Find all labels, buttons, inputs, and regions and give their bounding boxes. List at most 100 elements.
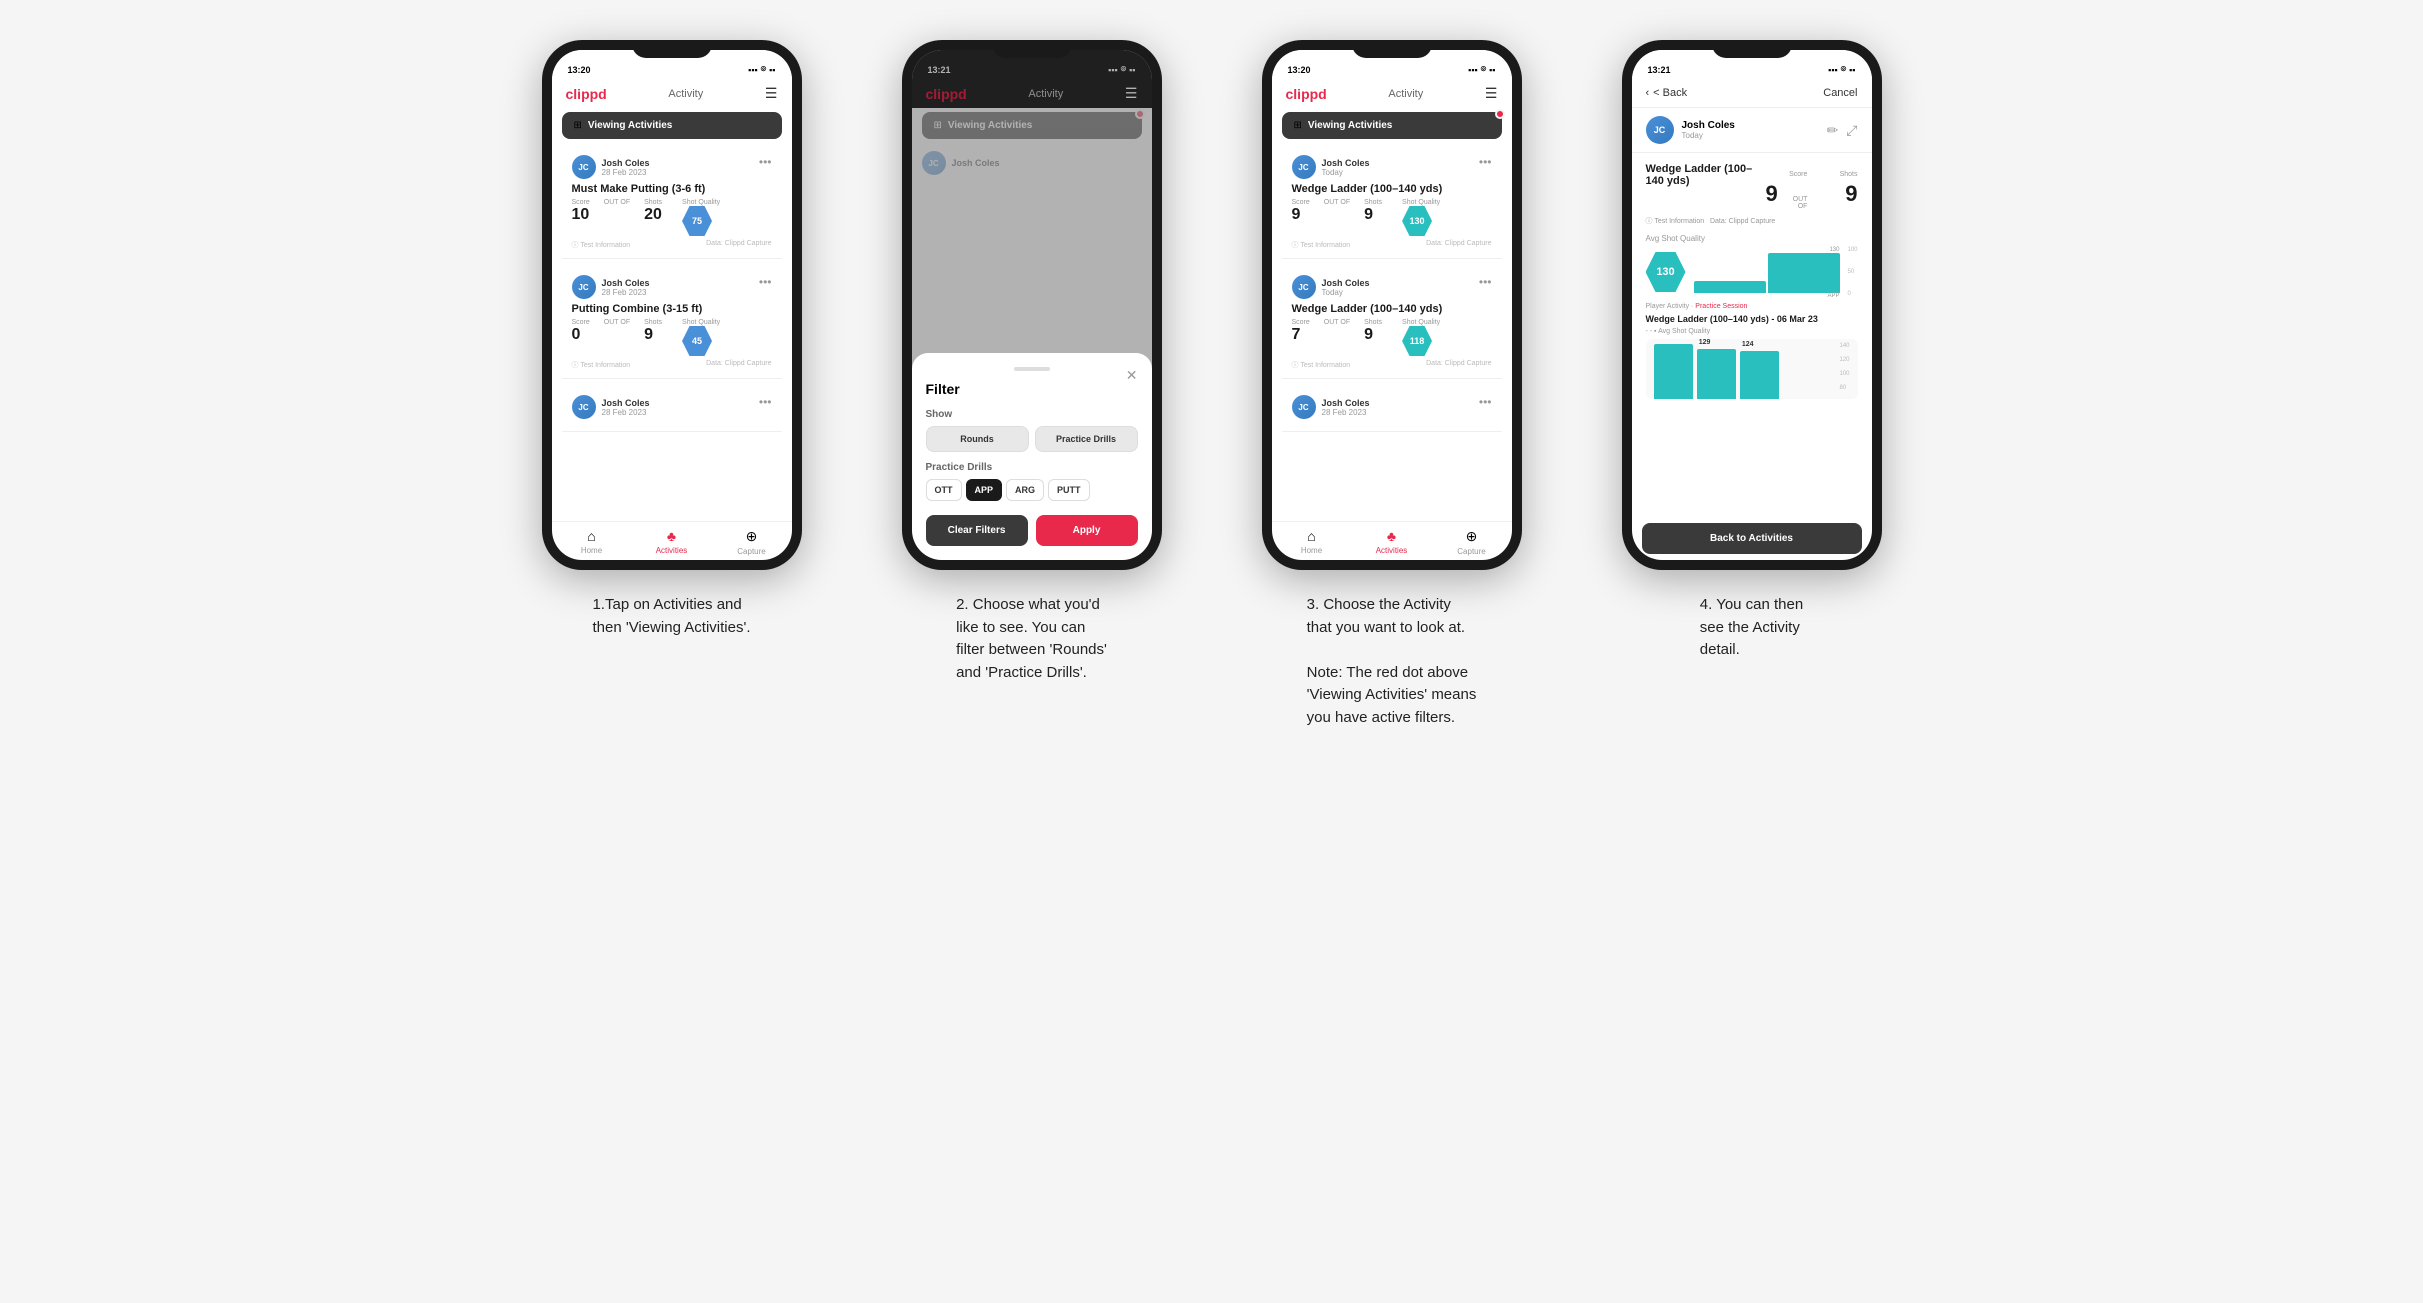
nav-activities-3[interactable]: ♣ Activities	[1352, 528, 1432, 556]
detail-header-4: ‹ < Back Cancel	[1632, 79, 1872, 108]
more-dots-1-3[interactable]: •••	[759, 395, 772, 409]
viewing-bar-3[interactable]: ⊞ Viewing Activities	[1282, 112, 1502, 139]
shots-3-1: 9	[1364, 206, 1373, 223]
nav-capture-1[interactable]: ⊕ Capture	[712, 528, 792, 556]
nav-capture-3[interactable]: ⊕ Capture	[1432, 528, 1512, 556]
session-bar-2: 129	[1697, 349, 1736, 399]
card-header-3-3: JC Josh Coles 28 Feb 2023 •••	[1292, 395, 1492, 419]
filter-drill-buttons: OTT APP ARG PUTT	[926, 479, 1138, 501]
user-date-3-2: Today	[1322, 288, 1370, 297]
activity-card-1-1[interactable]: JC Josh Coles 28 Feb 2023 ••• Must Make …	[562, 147, 782, 259]
phone-shell-1: 13:20 ▪▪▪ ⌾ ▪▪ clippd Activity ☰ ⊞ Vie	[542, 40, 802, 570]
user-info-3-2: JC Josh Coles Today	[1292, 275, 1370, 299]
rounds-filter-btn[interactable]: Rounds	[926, 426, 1029, 452]
more-dots-1-2[interactable]: •••	[759, 275, 772, 289]
card-header-1-1: JC Josh Coles 28 Feb 2023 •••	[572, 155, 772, 179]
activity-title-3-2: Wedge Ladder (100–140 yds)	[1292, 303, 1492, 315]
apply-filter-btn[interactable]: Apply	[1036, 515, 1138, 546]
status-time-1: 13:20	[568, 65, 591, 75]
filter-close-icon[interactable]: ✕	[1126, 367, 1138, 384]
nav-home-label-3: Home	[1301, 546, 1322, 555]
drill-app[interactable]: APP	[966, 479, 1003, 501]
avg-content: 130 130 APP	[1646, 247, 1858, 297]
user-name-1-3: Josh Coles	[602, 398, 650, 408]
bottom-nav-3: ⌂ Home ♣ Activities ⊕ Capture	[1272, 521, 1512, 560]
phone-screen-2: 13:21 ▪▪▪ ⌾ ▪▪ clippd Activity ☰ ⊞ Vie	[912, 50, 1152, 560]
score-1-2: 0	[572, 326, 581, 343]
user-info-3-3: JC Josh Coles 28 Feb 2023	[1292, 395, 1370, 419]
activity-card-3-3[interactable]: JC Josh Coles 28 Feb 2023 •••	[1282, 387, 1502, 432]
status-icons-1: ▪▪▪ ⌾ ▪▪	[748, 64, 775, 75]
avatar-3-3: JC	[1292, 395, 1316, 419]
phone-column-2: 13:21 ▪▪▪ ⌾ ▪▪ clippd Activity ☰ ⊞ Vie	[872, 40, 1192, 729]
nav-activities-1[interactable]: ♣ Activities	[632, 528, 712, 556]
back-button[interactable]: ‹ < Back	[1646, 87, 1688, 99]
score-value-4: 9	[1766, 181, 1778, 207]
phone-column-4: 13:21 ▪▪▪ ⌾ ▪▪ ‹ < Back Cancel	[1592, 40, 1912, 729]
activity-card-3-2[interactable]: JC Josh Coles Today ••• Wedge Ladder (10…	[1282, 267, 1502, 379]
nav-home-1[interactable]: ⌂ Home	[552, 528, 632, 556]
activity-card-3-1[interactable]: JC Josh Coles Today ••• Wedge Ladder (10…	[1282, 147, 1502, 259]
drill-putt[interactable]: PUTT	[1048, 479, 1090, 501]
card-header-3-1: JC Josh Coles Today •••	[1292, 155, 1492, 179]
chevron-left-icon: ‹	[1646, 87, 1650, 99]
detail-user-name: Josh Coles	[1682, 120, 1735, 131]
activities-icon-1: ♣	[667, 528, 676, 544]
cancel-button[interactable]: Cancel	[1823, 87, 1857, 99]
phone-column-1: 13:20 ▪▪▪ ⌾ ▪▪ clippd Activity ☰ ⊞ Vie	[512, 40, 832, 729]
filter-modal: ✕ Filter Show Rounds Practice Drills Pra…	[912, 353, 1152, 560]
drill-ott[interactable]: OTT	[926, 479, 962, 501]
viewing-bar-1[interactable]: ⊞ Viewing Activities	[562, 112, 782, 139]
nav-activities-label-3: Activities	[1376, 546, 1408, 555]
clear-filters-btn[interactable]: Clear Filters	[926, 515, 1028, 546]
stats-row-1-2: Score 0 OUT OF Shots 9 Shot Quality 45	[572, 319, 772, 356]
description-3: 3. Choose the Activitythat you want to l…	[1307, 594, 1477, 729]
user-info-1-3: JC Josh Coles 28 Feb 2023	[572, 395, 650, 419]
activity-card-1-3[interactable]: JC Josh Coles 28 Feb 2023 •••	[562, 387, 782, 432]
drill-arg[interactable]: ARG	[1006, 479, 1044, 501]
detail-user-bar: JC Josh Coles Today ✏ ⤢	[1632, 108, 1872, 153]
card-footer-1-1: ⓘ Test Information Data: Clippd Capture	[572, 240, 772, 250]
capture-icon-1: ⊕	[746, 528, 758, 545]
status-icons-3: ▪▪▪ ⌾ ▪▪	[1468, 64, 1495, 75]
avg-shot-section: Avg Shot Quality 130 130	[1646, 234, 1858, 297]
edit-icon[interactable]: ✏	[1827, 122, 1839, 139]
score-3-2: 7	[1292, 326, 1301, 343]
nav-home-3[interactable]: ⌂ Home	[1272, 528, 1352, 556]
phone-shell-3: 13:20 ▪▪▪ ⌾ ▪▪ clippd Activity ☰ ⊞ Viewi…	[1262, 40, 1522, 570]
chart-bar-2	[1768, 253, 1840, 293]
more-dots-3-2[interactable]: •••	[1479, 275, 1492, 289]
avatar-3-2: JC	[1292, 275, 1316, 299]
activity-card-1-2[interactable]: JC Josh Coles 28 Feb 2023 ••• Putting Co…	[562, 267, 782, 379]
more-dots-1-1[interactable]: •••	[759, 155, 772, 169]
page-wrapper: 13:20 ▪▪▪ ⌾ ▪▪ clippd Activity ☰ ⊞ Vie	[512, 40, 1912, 729]
phone-screen-3: 13:20 ▪▪▪ ⌾ ▪▪ clippd Activity ☰ ⊞ Viewi…	[1272, 50, 1512, 560]
user-name-3-3: Josh Coles	[1322, 398, 1370, 408]
back-activities-btn[interactable]: Back to Activities	[1642, 523, 1862, 554]
detail-user-info: JC Josh Coles Today	[1646, 116, 1735, 144]
wifi-icon: ⌾	[761, 64, 766, 75]
home-icon-3: ⌂	[1307, 528, 1315, 544]
user-date-1-2: 28 Feb 2023	[602, 288, 650, 297]
card-footer-3-2: ⓘ Test Information Data: Clippd Capture	[1292, 360, 1492, 370]
menu-icon-1[interactable]: ☰	[765, 85, 778, 102]
expand-icon[interactable]: ⤢	[1846, 122, 1857, 139]
card-footer-1-2: ⓘ Test Information Data: Clippd Capture	[572, 360, 772, 370]
sq-badge-1-2: 45	[682, 326, 712, 356]
status-time-4: 13:21	[1648, 65, 1671, 75]
logo-3: clippd	[1286, 86, 1327, 102]
card-footer-3-1: ⓘ Test Information Data: Clippd Capture	[1292, 240, 1492, 250]
avatar-3-1: JC	[1292, 155, 1316, 179]
home-icon-1: ⌂	[587, 528, 595, 544]
sq-badge-3-2: 118	[1402, 326, 1432, 356]
session-chart: 132 129 124 140 120	[1646, 339, 1858, 399]
avatar-1-2: JC	[572, 275, 596, 299]
practice-filter-btn[interactable]: Practice Drills	[1035, 426, 1138, 452]
header-title-3: Activity	[1388, 88, 1423, 100]
more-dots-3-3[interactable]: •••	[1479, 395, 1492, 409]
menu-icon-3[interactable]: ☰	[1485, 85, 1498, 102]
more-dots-3-1[interactable]: •••	[1479, 155, 1492, 169]
filter-overlay: ✕ Filter Show Rounds Practice Drills Pra…	[912, 50, 1152, 560]
avatar-1-3: JC	[572, 395, 596, 419]
user-date-3-1: Today	[1322, 168, 1370, 177]
